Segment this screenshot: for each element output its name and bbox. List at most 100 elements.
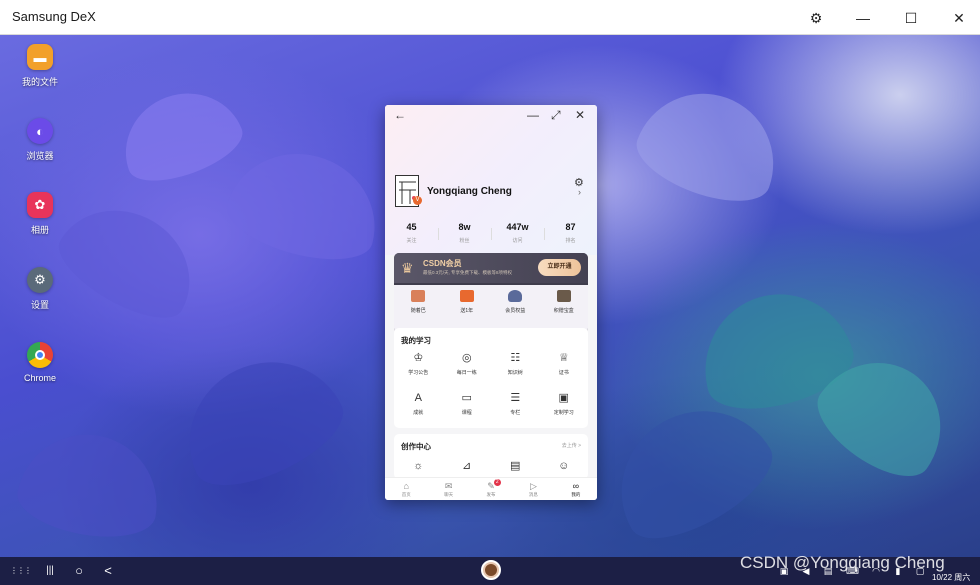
stat-fans[interactable]: 8w 粉丝 (438, 222, 491, 250)
profile-username[interactable]: Yongqiang Cheng (427, 186, 512, 197)
stat-following[interactable]: 45 关注 (385, 222, 438, 250)
desktop-icon-settings[interactable]: ⚙ 设置 (10, 267, 70, 311)
vip-benefit-item[interactable]: 会员权益 (491, 285, 540, 333)
nav-mine[interactable]: ∞ 我的 (555, 478, 597, 500)
lightbulb-icon: ☼ (413, 460, 424, 472)
learning-item-label: 成就 (413, 410, 424, 416)
learning-item-label: 证书 (558, 370, 569, 376)
learning-item[interactable]: ☷ 知识树 (491, 352, 540, 376)
vip-benefit-label: 随着巴 (410, 308, 426, 314)
notice-icon: ♔ (413, 352, 424, 364)
custom-learning-icon: ▣ (558, 392, 569, 404)
home-button[interactable]: ○ (71, 563, 87, 579)
knowledge-tree-icon: ☷ (510, 352, 521, 364)
desktop-icon-label: 浏览器 (26, 151, 54, 161)
level-badge-icon: V (413, 196, 422, 205)
certificate-icon: ♕ (558, 352, 569, 364)
back-arrow-icon[interactable]: ← (394, 108, 406, 122)
learning-item-label: 每日一练 (456, 370, 477, 376)
close-icon[interactable]: ✕ (575, 108, 585, 122)
app-avatar-icon (485, 564, 497, 576)
app-window-bar: ← — ⤢ ✕ (385, 105, 597, 127)
creation-item[interactable]: ▤ (491, 460, 540, 473)
nav-messages[interactable]: ▷ 消息 (512, 478, 554, 500)
nav-label: 我的 (571, 492, 581, 497)
settings-icon[interactable]: ⚙ (806, 8, 826, 28)
vip-banner[interactable]: ♛ CSDN会员 最低0.3元/天, 专享免费下载、模板等8项特权 立即开通 (394, 253, 588, 283)
gift-icon (411, 290, 426, 302)
desktop-icon-label: 我的文件 (21, 77, 58, 87)
vip-title: CSDN会员 (423, 259, 462, 268)
clock[interactable]: 10/22 周六 (932, 572, 970, 583)
course-icon: ▭ (461, 392, 472, 404)
learning-item-label: 学习公告 (408, 370, 429, 376)
learning-item[interactable]: ▭ 课程 (443, 392, 492, 416)
creation-item[interactable]: ⊿ (443, 460, 492, 473)
chevron-right-icon[interactable]: › (578, 187, 581, 197)
desktop-icon-gallery[interactable]: ✿ 相册 (10, 192, 70, 236)
desktop-icon-chrome[interactable]: Chrome (10, 342, 70, 383)
desktop-icon-my-files[interactable]: ▬ 我的文件 (10, 44, 70, 88)
stat-label: 关注 (406, 238, 417, 244)
nav-label: 发布 (486, 492, 496, 497)
cloud-icon (508, 290, 523, 302)
smile-icon: ☺ (558, 460, 570, 472)
minimize-icon[interactable]: — (527, 108, 539, 122)
learning-row-2: A 成就 ▭ 课程 ☰ 专栏 ▣ 定制学习 (394, 392, 588, 416)
desktop-icon-browser[interactable]: ◐ 浏览器 (10, 118, 70, 162)
learning-title: 我的学习 (401, 336, 431, 345)
expand-icon[interactable]: ⤢ (551, 108, 561, 123)
watermark: CSDN @Yongqiang Cheng (740, 553, 945, 572)
stat-value: 8w (458, 222, 471, 232)
vip-benefit-item[interactable]: 送1年 (443, 285, 492, 333)
creation-item[interactable]: ☼ (394, 460, 443, 473)
recents-button[interactable]: ||| (42, 563, 58, 579)
dex-titlebar: Samsung DeX ⚙ — ☐ ✕ (0, 0, 980, 35)
apps-grid-icon[interactable]: ⋮⋮⋮ (10, 563, 32, 579)
creation-item[interactable]: ☺ (540, 460, 589, 473)
notification-badge: 2 (493, 479, 501, 486)
learning-item[interactable]: ♕ 证书 (540, 352, 589, 376)
chart-icon: ⊿ (462, 460, 472, 472)
treasure-box-icon (556, 290, 571, 302)
learning-item[interactable]: A 成就 (394, 392, 443, 416)
vip-open-button[interactable]: 立即开通 (538, 259, 581, 276)
nav-home[interactable]: ⌂ 首页 (385, 478, 427, 500)
desktop-icon-label: 相册 (30, 225, 49, 235)
stat-value: 447w (506, 222, 529, 232)
nav-publish[interactable]: ✎ 发布 2 (470, 478, 512, 500)
crown-icon: ♛ (401, 260, 414, 276)
desktop-icon-label: 设置 (30, 300, 49, 310)
maximize-button[interactable]: ☐ (901, 8, 921, 28)
creation-more-link[interactable]: 去上传 > (562, 442, 581, 449)
stat-visits[interactable]: 447w 访问 (491, 222, 544, 250)
creation-row: ☼ ⊿ ▤ ☺ (394, 460, 588, 473)
stat-value: 45 (406, 222, 417, 232)
taskbar-app-csdn[interactable] (481, 560, 501, 580)
achievement-icon: A (414, 392, 422, 404)
learning-item[interactable]: ▣ 定制学习 (540, 392, 589, 416)
stat-rank[interactable]: 87 排名 (544, 222, 597, 250)
bottom-nav: ⌂ 首页 ✉ 聊天 ✎ 发布 2 ▷ 消息 ∞ 我的 (385, 477, 597, 500)
learning-item[interactable]: ☰ 专栏 (491, 392, 540, 416)
minimize-button[interactable]: — (853, 8, 873, 28)
nav-chat[interactable]: ✉ 聊天 (427, 478, 469, 500)
stat-label: 访问 (512, 238, 523, 244)
publish-icon: ✎ (487, 481, 495, 491)
nav-label: 聊天 (444, 492, 454, 497)
vip-benefits: 随着巴 送1年 会员权益 积赠宝盒 (394, 285, 588, 333)
discount-icon (459, 290, 474, 302)
vip-benefit-label: 积赠宝盒 (553, 308, 574, 314)
close-button[interactable]: ✕ (949, 8, 969, 28)
vip-benefit-item[interactable]: 随着巴 (394, 285, 443, 333)
learning-item-label: 课程 (461, 410, 472, 416)
back-button[interactable]: < (100, 563, 116, 579)
chrome-icon (27, 342, 53, 368)
practice-icon: ◎ (461, 352, 472, 364)
chat-icon: ✉ (444, 481, 453, 491)
nav-label: 首页 (401, 492, 411, 497)
vip-card: ♛ CSDN会员 最低0.3元/天, 专享免费下载、模板等8项特权 立即开通 随… (394, 253, 588, 333)
learning-item[interactable]: ◎ 每日一练 (443, 352, 492, 376)
vip-benefit-item[interactable]: 积赠宝盒 (540, 285, 589, 333)
learning-item[interactable]: ♔ 学习公告 (394, 352, 443, 376)
